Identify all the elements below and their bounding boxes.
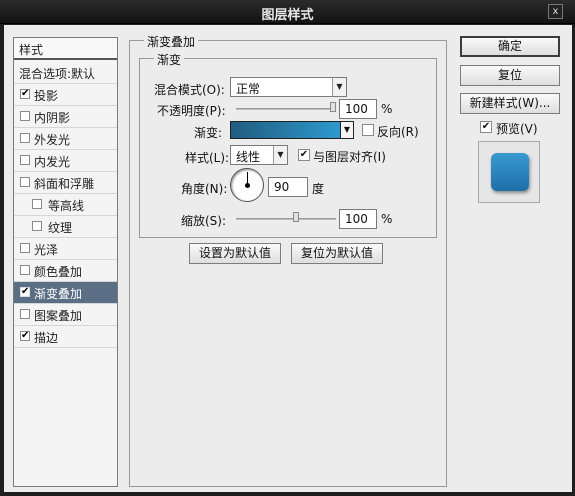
style-item-inner-shadow[interactable]: 内阴影 [14,106,117,128]
scale-slider-thumb[interactable] [293,212,299,222]
reverse-label: 反向(R) [377,125,419,139]
scale-value: 100 [345,212,368,226]
reverse-checkbox[interactable] [362,124,374,136]
angle-input[interactable]: 90 [268,177,308,197]
style-item-label: 光泽 [34,243,59,257]
style-item-contour[interactable]: 等高线 [14,194,117,216]
new-style-button[interactable]: 新建样式(W)... [460,93,560,114]
style-item-satin[interactable]: 光泽 [14,238,117,260]
bevel-emboss-checkbox[interactable] [20,177,30,187]
style-list: 样式 混合选项:默认 ✔ 投影 内阴影 外发光 内发光 斜面和浮雕 等高线 纹理… [13,37,118,487]
reset-to-default-button[interactable]: 复位为默认值 [291,243,383,264]
style-list-header-label: 样式 [19,43,44,57]
angle-dial-center [245,183,250,188]
chevron-down-icon: ▼ [273,146,287,164]
layer-style-dialog: 样式 混合选项:默认 ✔ 投影 内阴影 外发光 内发光 斜面和浮雕 等高线 纹理… [4,25,572,492]
blend-options-item[interactable]: 混合选项:默认 [14,62,117,84]
style-item-label: 渐变叠加 [34,287,83,301]
opacity-input[interactable]: 100 [339,99,377,119]
gradient-overlay-title: 渐变叠加 [144,33,199,50]
contour-checkbox[interactable] [32,199,42,209]
window-title: 图层样式 [261,8,314,23]
gradient-label: 渐变: [194,126,223,140]
blend-mode-label: 混合模式(O): [154,83,225,97]
style-item-outer-glow[interactable]: 外发光 [14,128,117,150]
style-item-inner-glow[interactable]: 内发光 [14,150,117,172]
style-item-drop-shadow[interactable]: ✔ 投影 [14,84,117,106]
reset-button[interactable]: 复位 [460,65,560,86]
close-icon[interactable]: x [548,4,563,19]
opacity-unit: % [381,102,393,116]
align-with-layer-label: 与图层对齐(I) [313,150,386,164]
style-list-header[interactable]: 样式 [14,38,117,60]
style-item-color-overlay[interactable]: 颜色叠加 [14,260,117,282]
style-item-label: 等高线 [48,199,85,213]
style-item-texture[interactable]: 纹理 [14,216,117,238]
angle-label: 角度(N): [181,182,228,196]
chevron-down-icon[interactable]: ▼ [340,121,354,139]
style-dropdown[interactable]: 线性 ▼ [230,145,288,165]
drop-shadow-checkbox[interactable]: ✔ [20,89,30,99]
stroke-checkbox[interactable]: ✔ [20,331,30,341]
preview-label: 预览(V) [496,122,538,136]
style-item-label: 投影 [34,89,59,103]
style-item-gradient-overlay[interactable]: ✔ 渐变叠加 [14,282,117,304]
style-item-label: 颜色叠加 [34,265,83,279]
blend-mode-value: 正常 [236,82,261,96]
set-as-default-button[interactable]: 设置为默认值 [189,243,281,264]
gradient-picker[interactable] [230,121,344,139]
opacity-slider-track[interactable] [236,108,336,110]
style-value: 线性 [236,150,261,164]
scale-label: 缩放(S): [181,214,227,228]
style-label: 样式(L): [185,151,230,165]
style-item-pattern-overlay[interactable]: 图案叠加 [14,304,117,326]
outer-glow-checkbox[interactable] [20,133,30,143]
inner-shadow-checkbox[interactable] [20,111,30,121]
ok-button[interactable]: 确定 [460,36,560,57]
gradient-group-title: 渐变 [154,51,185,68]
opacity-label: 不透明度(P): [157,104,226,118]
style-item-stroke[interactable]: ✔ 描边 [14,326,117,348]
style-item-label: 斜面和浮雕 [34,177,95,191]
blend-options-label: 混合选项:默认 [19,67,96,81]
satin-checkbox[interactable] [20,243,30,253]
preview-checkbox[interactable]: ✔ [480,121,492,133]
gradient-overlay-checkbox[interactable]: ✔ [20,287,30,297]
preview-swatch [491,153,529,191]
opacity-slider-thumb[interactable] [330,102,336,112]
style-item-label: 图案叠加 [34,309,83,323]
scale-slider-track[interactable] [236,218,336,220]
style-item-label: 内阴影 [34,111,71,125]
blend-mode-dropdown[interactable]: 正常 ▼ [230,77,347,97]
align-with-layer-checkbox[interactable]: ✔ [298,149,310,161]
color-overlay-checkbox[interactable] [20,265,30,275]
angle-unit: 度 [312,182,325,196]
style-item-label: 内发光 [34,155,71,169]
scale-input[interactable]: 100 [339,209,377,229]
title-bar: 图层样式 x [0,0,575,24]
texture-checkbox[interactable] [32,221,42,231]
style-preview [478,141,540,203]
style-item-bevel-emboss[interactable]: 斜面和浮雕 [14,172,117,194]
style-item-label: 外发光 [34,133,71,147]
style-item-label: 描边 [34,331,59,345]
pattern-overlay-checkbox[interactable] [20,309,30,319]
chevron-down-icon: ▼ [332,78,346,96]
angle-value: 90 [274,180,290,194]
scale-unit: % [381,212,393,226]
style-item-label: 纹理 [48,221,73,235]
opacity-value: 100 [345,102,368,116]
angle-dial[interactable] [230,168,264,202]
inner-glow-checkbox[interactable] [20,155,30,165]
